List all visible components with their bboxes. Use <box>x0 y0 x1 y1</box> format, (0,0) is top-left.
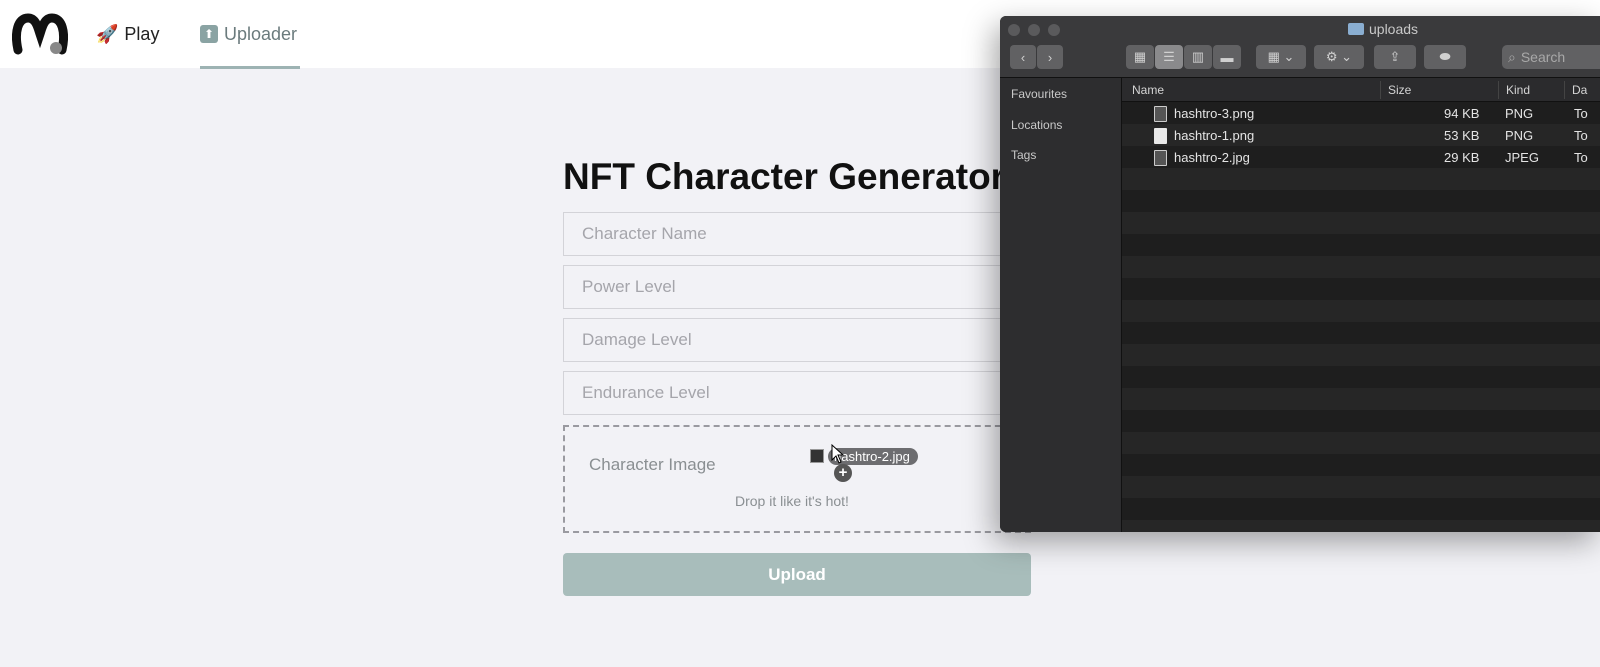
file-row[interactable]: hashtro-1.png 53 KB PNG To <box>1122 124 1600 146</box>
back-arrow-icon[interactable]: ‹ <box>1010 45 1036 69</box>
app-logo[interactable] <box>12 12 68 56</box>
finder-title: uploads <box>1348 21 1418 37</box>
nav-item-uploader[interactable]: ⬆ Uploader <box>200 22 297 46</box>
gear-icon[interactable]: ⚙ ⌄ <box>1314 45 1364 69</box>
tag-buttons: ⬬ <box>1424 45 1466 69</box>
endurance-level-input[interactable] <box>563 371 1031 415</box>
file-name: hashtro-3.png <box>1174 106 1255 121</box>
list-view-icon[interactable]: ☰ <box>1155 45 1183 69</box>
file-date: To <box>1574 106 1588 121</box>
copy-plus-icon: + <box>834 464 852 482</box>
rocket-icon: 🚀 <box>96 23 119 44</box>
active-tab-indicator <box>200 66 300 69</box>
column-header-name[interactable]: Name <box>1132 83 1164 97</box>
image-file-icon <box>1154 150 1167 166</box>
dropzone-label: Character Image <box>589 455 716 474</box>
column-header-row: Name Size Kind Da <box>1122 78 1600 102</box>
file-row[interactable]: hashtro-2.jpg 29 KB JPEG To <box>1122 146 1600 168</box>
power-level-input[interactable] <box>563 265 1031 309</box>
image-file-icon <box>1154 106 1167 122</box>
file-date: To <box>1574 150 1588 165</box>
forward-arrow-icon[interactable]: › <box>1037 45 1063 69</box>
column-header-kind[interactable]: Kind <box>1506 83 1530 97</box>
group-buttons: ▦ ⌄ <box>1256 45 1306 69</box>
image-dropzone[interactable]: Character Image Drop it like it's hot! <box>563 425 1031 533</box>
nav-item-label: Uploader <box>224 23 298 44</box>
finder-toolbar: uploads ‹ › ▦ ☰ ▥ ▬ ▦ ⌄ ⚙ ⌄ ⇪ ⬬ ⌕ Search <box>1000 16 1600 78</box>
zoom-window-button[interactable] <box>1048 24 1060 36</box>
sidebar-item-tags[interactable]: Tags <box>1011 148 1036 162</box>
file-date: To <box>1574 128 1588 143</box>
file-size: 29 KB <box>1444 150 1480 165</box>
drag-ghost: hashtro-2.jpg <box>810 447 918 465</box>
column-divider <box>1380 81 1381 99</box>
view-mode-buttons: ▦ ☰ ▥ ▬ <box>1126 45 1241 69</box>
image-thumbnail-icon <box>810 449 824 463</box>
nav-buttons: ‹ › <box>1010 45 1063 69</box>
minimize-window-button[interactable] <box>1028 24 1040 36</box>
sidebar-item-favourites[interactable]: Favourites <box>1011 87 1067 101</box>
column-divider <box>1564 81 1565 99</box>
file-kind: PNG <box>1505 128 1534 143</box>
close-window-button[interactable] <box>1008 24 1020 36</box>
share-buttons: ⇪ <box>1374 45 1416 69</box>
file-kind: JPEG <box>1505 150 1539 165</box>
mouse-cursor-icon <box>831 444 845 464</box>
column-view-icon[interactable]: ▥ <box>1184 45 1212 69</box>
tag-icon[interactable]: ⬬ <box>1424 45 1466 69</box>
character-name-input[interactable] <box>563 212 1031 256</box>
dropzone-hint: Drop it like it's hot! <box>735 493 849 509</box>
page-title: NFT Character Generator <box>563 156 1006 197</box>
nav-item-play[interactable]: 🚀 Play <box>96 22 159 46</box>
image-file-icon <box>1154 128 1167 144</box>
icon-view-icon[interactable]: ▦ <box>1126 45 1154 69</box>
column-divider <box>1498 81 1499 99</box>
finder-sidebar: Favourites Locations Tags <box>1000 78 1122 532</box>
finder-search-field[interactable]: ⌕ Search <box>1502 45 1600 69</box>
column-header-size[interactable]: Size <box>1388 83 1411 97</box>
folder-icon <box>1348 23 1364 35</box>
group-by-icon[interactable]: ▦ ⌄ <box>1256 45 1306 69</box>
upload-button[interactable]: Upload <box>563 553 1031 596</box>
share-icon[interactable]: ⇪ <box>1374 45 1416 69</box>
sidebar-item-locations[interactable]: Locations <box>1011 118 1062 132</box>
column-header-date[interactable]: Da <box>1572 83 1587 97</box>
upload-box-icon: ⬆ <box>200 25 218 43</box>
file-name: hashtro-2.jpg <box>1174 150 1250 165</box>
nav-item-label: Play <box>124 23 160 44</box>
file-name: hashtro-1.png <box>1174 128 1255 143</box>
action-buttons: ⚙ ⌄ <box>1314 45 1364 69</box>
file-kind: PNG <box>1505 106 1534 121</box>
file-size: 53 KB <box>1444 128 1480 143</box>
file-size: 94 KB <box>1444 106 1480 121</box>
gallery-view-icon[interactable]: ▬ <box>1213 45 1241 69</box>
file-row[interactable]: hashtro-3.png 94 KB PNG To <box>1122 102 1600 124</box>
file-list: Name Size Kind Da hashtro-3.png 94 KB PN… <box>1122 78 1600 532</box>
damage-level-input[interactable] <box>563 318 1031 362</box>
search-icon: ⌕ <box>1508 48 1516 65</box>
finder-window: uploads ‹ › ▦ ☰ ▥ ▬ ▦ ⌄ ⚙ ⌄ ⇪ ⬬ ⌕ Search… <box>1000 16 1600 532</box>
